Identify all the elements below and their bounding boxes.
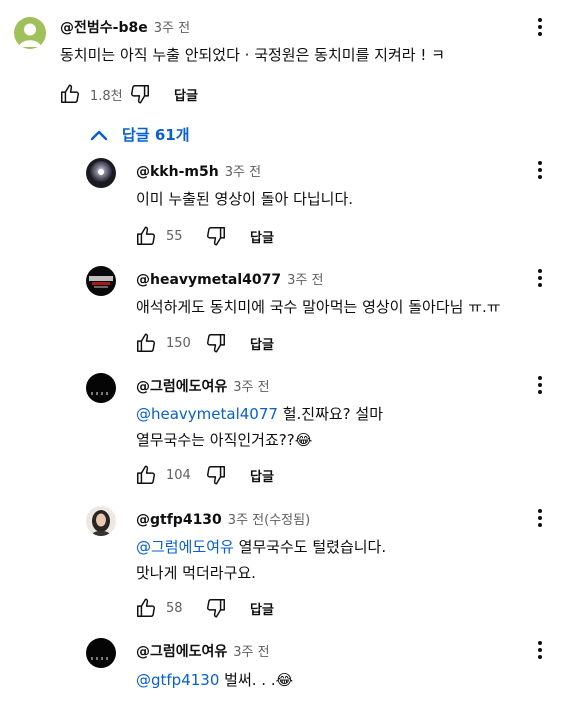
comment-time[interactable]: 3주 전 — [233, 645, 269, 660]
reply-button[interactable]: 답글 — [250, 227, 274, 246]
comment-header: @heavymetal4077 3주 전 — [136, 269, 323, 288]
comment-actions: 150 답글 — [134, 331, 274, 355]
like-count: 1.8천 — [90, 88, 123, 104]
comment-line: @gtfp4130 벌써. . .😂 — [136, 667, 293, 693]
comment-actions: 1.8천 답글 — [58, 82, 198, 106]
comment-header: @gtfp4130 3주 전(수정됨) — [136, 509, 310, 528]
comment-header: @그럼에도여유 3주 전 — [136, 641, 270, 661]
reply-button[interactable]: 답글 — [250, 334, 274, 353]
comment-text: 이미 누출된 영상이 돌아 다닙니다. — [136, 190, 354, 208]
author-name[interactable]: @gtfp4130 — [136, 512, 222, 528]
avatar[interactable] — [14, 17, 46, 49]
like-count: 104 — [166, 467, 191, 483]
comment-time[interactable]: 3주 전 — [154, 21, 190, 36]
more-vert-icon[interactable] — [530, 157, 550, 183]
comment-line: 열무국수는 아직인거죠??😂 — [136, 431, 313, 449]
comment-line-text: 헐.진짜요? 설마 — [277, 405, 384, 423]
mention-link[interactable]: @그럼에도여유 — [136, 538, 234, 556]
comment-header: @그럼에도여유 3주 전 — [136, 376, 270, 396]
reply-button[interactable]: 답글 — [250, 466, 274, 485]
thumb-down-icon[interactable] — [204, 224, 228, 248]
chevron-up-icon — [90, 130, 108, 140]
comment-header: @kkh-m5h 3주 전 — [136, 161, 261, 180]
thumb-up-icon[interactable] — [134, 463, 158, 487]
thumb-down-icon[interactable] — [204, 596, 228, 620]
comment-time[interactable]: 3주 전 — [287, 273, 323, 288]
author-name[interactable]: @그럼에도여유 — [136, 644, 227, 660]
more-vert-icon[interactable] — [530, 505, 550, 531]
more-vert-icon[interactable] — [530, 372, 550, 398]
comment-text: @gtfp4130 벌써. . .😂 — [136, 667, 293, 693]
like-count: 58 — [166, 600, 183, 616]
author-name[interactable]: @kkh-m5h — [136, 164, 219, 180]
thumb-up-icon[interactable] — [134, 224, 158, 248]
like-count: 150 — [166, 335, 191, 351]
comment-line: 맛나게 먹더라구요. — [136, 564, 256, 582]
mention-link[interactable]: @gtfp4130 — [136, 671, 219, 689]
reply-button[interactable]: 답글 — [250, 599, 274, 618]
comment-time[interactable]: 3주 전 — [233, 380, 269, 395]
mention-link[interactable]: @heavymetal4077 — [136, 405, 278, 423]
comment-time[interactable]: 3주 전(수정됨) — [228, 513, 310, 528]
comment-line-text: 열무국수도 털렸습니다. — [233, 538, 387, 556]
author-name[interactable]: @그럼에도여유 — [136, 379, 227, 395]
replies-toggle-label: 답글 61개 — [122, 126, 190, 144]
reply-button[interactable]: 답글 — [174, 85, 198, 104]
thumb-up-icon[interactable] — [134, 596, 158, 620]
comment-text: 동치미는 아직 누출 안되었다 · 국정원은 동치미를 지켜라 ! ㅋ — [60, 46, 445, 64]
comment-actions: 104 답글 — [134, 463, 274, 487]
comment-line: @그럼에도여유 열무국수도 털렸습니다. — [136, 534, 386, 560]
comment-header: @전범수-b8e 3주 전 — [60, 17, 190, 37]
thumb-up-icon[interactable] — [134, 331, 158, 355]
comment-line: @heavymetal4077 헐.진짜요? 설마 — [136, 401, 383, 427]
comment-actions: 58 답글 — [134, 596, 274, 620]
comment-line-text: 벌써. . .😂 — [219, 671, 294, 689]
avatar[interactable] — [86, 373, 116, 403]
replies-toggle[interactable]: 답글 61개 — [90, 124, 190, 145]
thumb-down-icon[interactable] — [204, 331, 228, 355]
comment-time[interactable]: 3주 전 — [225, 165, 261, 180]
thumb-down-icon[interactable] — [204, 463, 228, 487]
more-vert-icon[interactable] — [530, 14, 550, 40]
more-vert-icon[interactable] — [530, 637, 550, 663]
comment-text: @heavymetal4077 헐.진짜요? 설마 열무국수는 아직인거죠??😂 — [136, 401, 383, 453]
avatar[interactable] — [86, 266, 116, 296]
like-count: 55 — [166, 228, 183, 244]
avatar[interactable] — [86, 158, 116, 188]
avatar[interactable] — [86, 506, 116, 536]
comment-text: 애석하게도 동치미에 국수 말아먹는 영상이 돌아다님 ㅠ.ㅠ — [136, 298, 501, 316]
author-name[interactable]: @heavymetal4077 — [136, 272, 281, 288]
thumb-up-icon[interactable] — [58, 82, 82, 106]
comment-actions: 55 답글 — [134, 224, 274, 248]
more-vert-icon[interactable] — [530, 265, 550, 291]
comment-text: @그럼에도여유 열무국수도 털렸습니다. 맛나게 먹더라구요. — [136, 534, 386, 586]
avatar[interactable] — [86, 638, 116, 668]
thumb-down-icon[interactable] — [128, 82, 152, 106]
author-name[interactable]: @전범수-b8e — [60, 20, 148, 36]
